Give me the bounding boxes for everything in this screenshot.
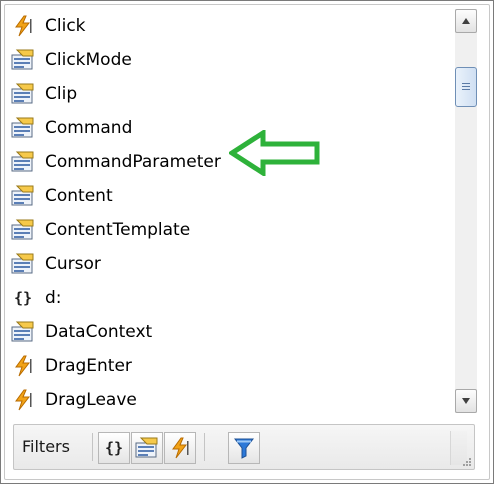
property-icon <box>9 216 37 244</box>
list-item-command[interactable]: Command <box>5 111 445 145</box>
list-item-label: DragLeave <box>45 390 137 410</box>
event-icon <box>9 352 37 380</box>
completion-list[interactable]: Click ClickMode Clip Command CommandPara… <box>5 8 449 412</box>
list-item-cursor[interactable]: Cursor <box>5 247 445 281</box>
grip-lines-icon <box>462 83 470 90</box>
event-icon <box>9 386 37 412</box>
list-item-clickmode[interactable]: ClickMode <box>5 43 445 77</box>
divider <box>92 433 93 461</box>
list-item-dragenter[interactable]: DragEnter <box>5 349 445 383</box>
vertical-scrollbar[interactable] <box>455 9 477 413</box>
namespace-filter-button[interactable]: {} <box>98 432 130 464</box>
divider <box>204 433 205 461</box>
scroll-thumb[interactable] <box>455 67 477 107</box>
resize-grip-icon[interactable] <box>462 457 472 467</box>
property-filter-button[interactable] <box>131 432 163 464</box>
chevron-up-icon <box>462 18 470 24</box>
property-filter-icon <box>135 437 158 458</box>
list-item-label: Cursor <box>45 254 101 274</box>
list-item-label: DataContext <box>45 322 153 342</box>
list-item-label: d: <box>45 288 62 308</box>
list-item-label: Content <box>45 186 113 206</box>
list-item-label: CommandParameter <box>45 152 221 172</box>
property-icon <box>9 182 37 210</box>
list-item-content[interactable]: Content <box>5 179 445 213</box>
event-icon <box>9 12 37 40</box>
list-item-click[interactable]: Click <box>5 9 445 43</box>
list-item-label: Command <box>45 118 133 138</box>
green-arrow-icon <box>229 130 320 176</box>
list-item-d-namespace[interactable]: {} d: <box>5 281 445 315</box>
list-item-dragleave[interactable]: DragLeave <box>5 383 445 412</box>
filters-bar: Filters {} <box>13 424 475 470</box>
property-icon <box>9 148 37 176</box>
list-item-clip[interactable]: Clip <box>5 77 445 111</box>
funnel-icon <box>234 438 254 459</box>
list-item-commandparameter[interactable]: CommandParameter <box>5 145 445 179</box>
namespace-filter-icon: {} <box>104 439 124 457</box>
event-filter-icon <box>172 437 189 459</box>
property-icon <box>9 114 37 142</box>
list-item-label: Click <box>45 16 86 36</box>
property-icon <box>9 80 37 108</box>
scroll-down-button[interactable] <box>455 389 477 413</box>
list-item-datacontext[interactable]: DataContext <box>5 315 445 349</box>
list-item-label: Clip <box>45 84 78 104</box>
namespace-icon: {} <box>13 289 33 307</box>
property-icon <box>9 318 37 346</box>
funnel-filter-button[interactable] <box>228 432 260 464</box>
list-item-label: ContentTemplate <box>45 220 191 240</box>
list-item-contenttemplate[interactable]: ContentTemplate <box>5 213 445 247</box>
list-item-label: ClickMode <box>45 50 132 70</box>
property-icon <box>9 250 37 278</box>
list-item-label: DragEnter <box>45 356 132 376</box>
filters-label: Filters <box>22 437 70 456</box>
event-filter-button[interactable] <box>164 432 196 464</box>
property-icon <box>9 46 37 74</box>
intellisense-popup: Click ClickMode Clip Command CommandPara… <box>0 0 494 484</box>
scroll-up-button[interactable] <box>455 9 477 33</box>
chevron-down-icon <box>462 398 470 404</box>
